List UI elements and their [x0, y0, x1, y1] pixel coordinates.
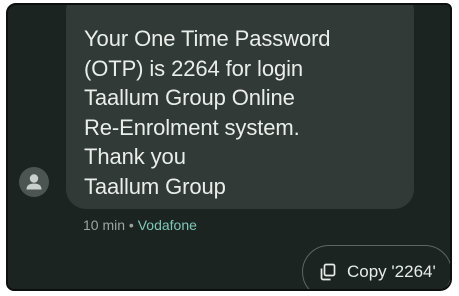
person-icon [26, 174, 42, 190]
sender-avatar[interactable] [19, 167, 49, 197]
copy-code-label: Copy '2264' [347, 262, 436, 281]
message-meta: 10 min • Vodafone [83, 217, 197, 233]
message-line: Your One Time Password [84, 26, 331, 51]
message-line: (OTP) is 2264 for login [84, 55, 304, 81]
message-line: Taallum Group Online [84, 85, 295, 111]
messages-screen: Your One Time Password (OTP) is 2264 for… [6, 3, 452, 291]
copy-code-button[interactable]: Copy '2264' [302, 245, 450, 289]
meta-separator: • [125, 217, 138, 233]
copy-icon [320, 263, 336, 281]
carrier-name: Vodafone [137, 217, 197, 233]
message-line: Taallum Group [84, 173, 226, 199]
message-bubble[interactable]: Your One Time Password (OTP) is 2264 for… [66, 5, 414, 209]
message-time: 10 min [83, 217, 126, 233]
message-line: Thank you [84, 144, 186, 170]
message-line: Re-Enrolment system. [84, 114, 300, 140]
